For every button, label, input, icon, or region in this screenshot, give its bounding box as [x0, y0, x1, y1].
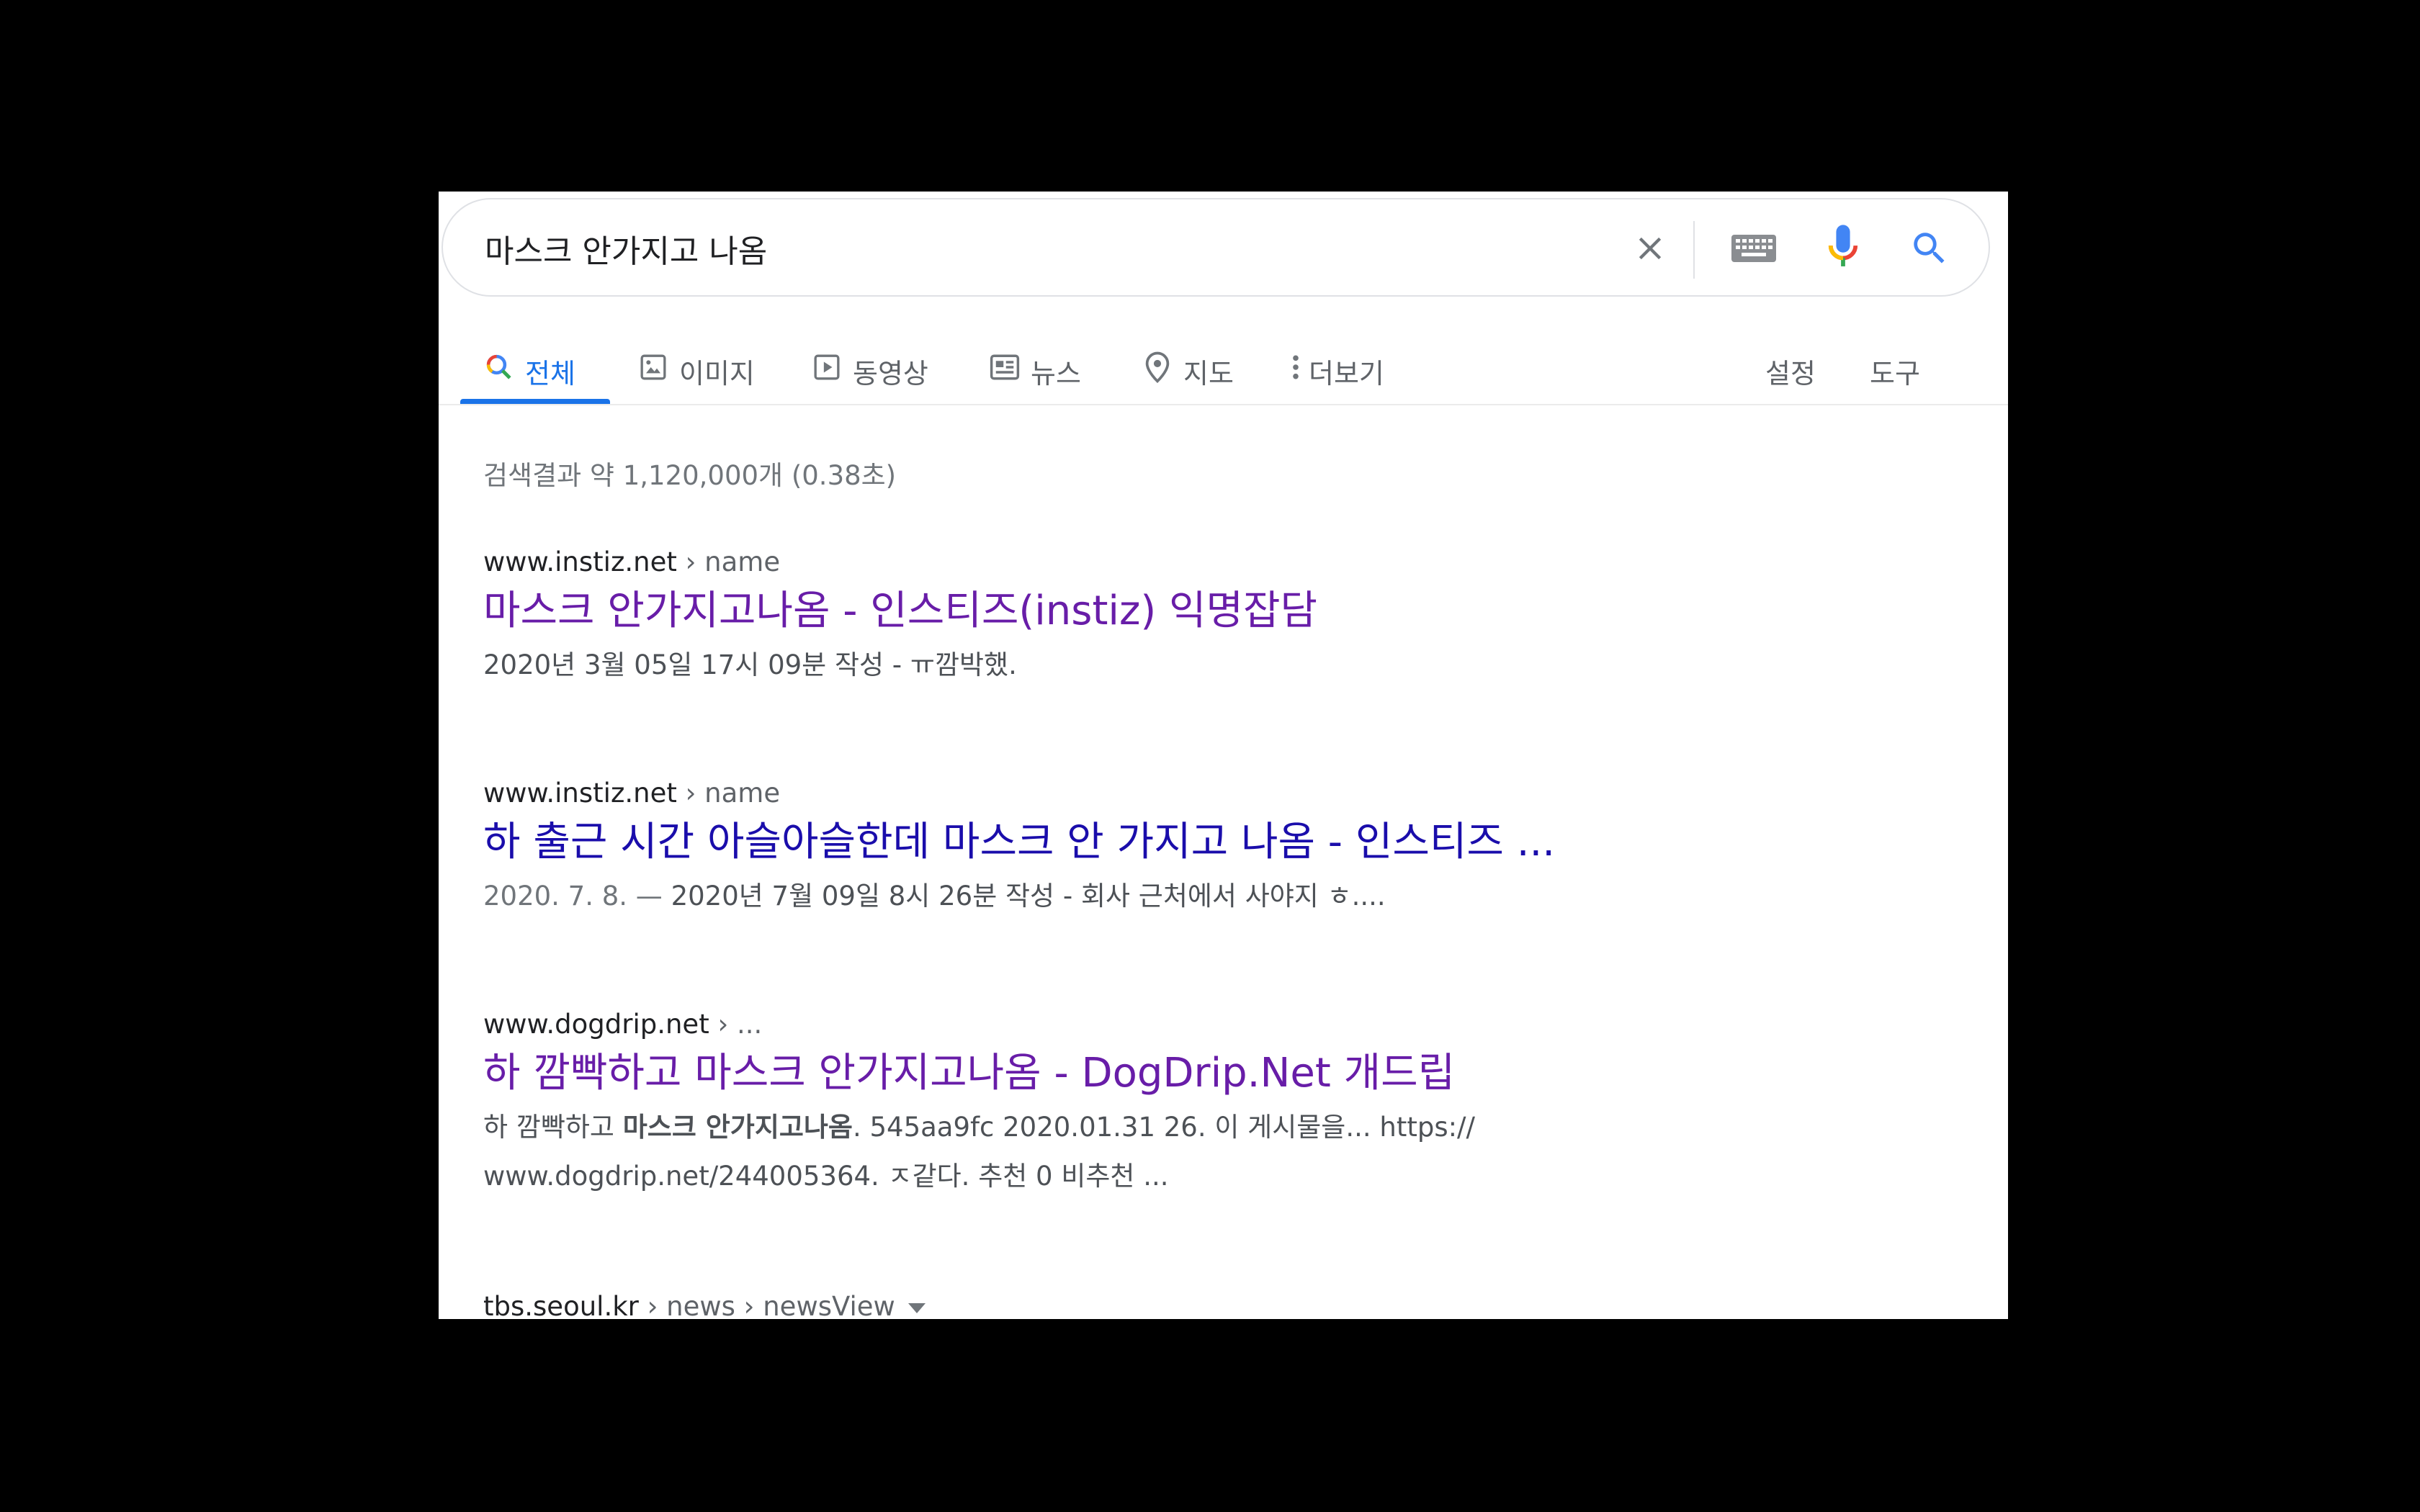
- search-result: www.dogdrip.net › ... 하 깜빡하고 마스크 안가지고나옴 …: [483, 1007, 1960, 1201]
- tab-label: 이미지: [679, 358, 755, 390]
- tab-maps[interactable]: 지도: [1142, 336, 1234, 404]
- tab-videos[interactable]: 동영상: [811, 336, 928, 404]
- tab-label: 동영상: [853, 358, 928, 390]
- chevron-down-icon[interactable]: [908, 1302, 926, 1313]
- result-title-link[interactable]: 하 출근 시간 아슬아슬한데 마스크 안 가지고 나옴 - 인스티즈 ...: [483, 817, 1960, 868]
- result-domain: tbs.seoul.kr: [483, 1291, 639, 1319]
- result-path: › ...: [709, 1009, 763, 1040]
- result-date: 2020. 7. 8. —: [483, 881, 671, 912]
- result-url[interactable]: www.instiz.net › name: [483, 775, 1960, 811]
- result-path: › name: [676, 778, 781, 809]
- search-result: www.instiz.net › name 마스크 안가지고나옴 - 인스티즈(…: [483, 544, 1960, 690]
- result-domain: www.instiz.net: [483, 546, 677, 577]
- result-domain: www.dogdrip.net: [483, 1009, 709, 1040]
- result-path: › name: [676, 546, 781, 577]
- microphone-icon[interactable]: [1816, 221, 1870, 276]
- result-snippet-text: . 545aa9fc 2020.01.31 26. 이 게시물을... http…: [852, 1112, 1475, 1143]
- keyboard-icon[interactable]: [1726, 221, 1781, 276]
- search-box-divider: [1693, 221, 1695, 279]
- search-icon[interactable]: [1902, 221, 1957, 276]
- result-snippet-text: 2020년 7월 09일 8시 26분 작성 - 회사 근처에서 사야지 ㅎ..…: [671, 881, 1386, 912]
- tab-label: 전체: [525, 358, 575, 390]
- result-stats: 검색결과 약 1,120,000개 (0.38초): [483, 460, 897, 491]
- more-vert-icon: [1289, 351, 1303, 383]
- image-icon: [637, 351, 669, 383]
- result-url[interactable]: www.instiz.net › name: [483, 544, 1960, 580]
- result-snippet-text: www.dogdrip.net/244005364. ㅈ같다. 추천 0 비추천…: [483, 1161, 1169, 1192]
- search-results-page: 마스크 안가지고 나옴 전체 이미지 동영상 뉴스 지도 더보기 설정 도구 검…: [439, 192, 2008, 1319]
- active-tab-indicator: [460, 399, 610, 404]
- result-snippet: 하 깜빡하고 마스크 안가지고나옴. 545aa9fc 2020.01.31 2…: [483, 1103, 1960, 1201]
- close-icon[interactable]: [1623, 221, 1677, 276]
- tab-images[interactable]: 이미지: [637, 336, 755, 404]
- search-result: tbs.seoul.kr › news › newsView: [483, 1289, 1960, 1319]
- result-snippet-highlight: 마스크 안가지고나옴: [622, 1112, 853, 1143]
- result-domain: www.instiz.net: [483, 778, 677, 809]
- result-title-link[interactable]: 마스크 안가지고나옴 - 인스티즈(instiz) 익명잡담: [483, 586, 1960, 636]
- result-title-link[interactable]: 하 깜빡하고 마스크 안가지고나옴 - DogDrip.Net 개드립: [483, 1048, 1960, 1099]
- video-icon: [811, 351, 843, 383]
- tools-button[interactable]: 도구: [1870, 336, 1920, 404]
- search-tabs: 전체 이미지 동영상 뉴스 지도 더보기 설정 도구: [439, 336, 2008, 405]
- tab-all[interactable]: 전체: [483, 336, 575, 404]
- search-box[interactable]: 마스크 안가지고 나옴: [442, 198, 1990, 297]
- result-url[interactable]: tbs.seoul.kr › news › newsView: [483, 1289, 1960, 1319]
- search-input[interactable]: 마스크 안가지고 나옴: [485, 225, 767, 271]
- result-snippet: 2020년 3월 05일 17시 09분 작성 - ㅠ깜박했.: [483, 649, 1017, 680]
- result-path: › news › newsView: [638, 1291, 895, 1319]
- tab-label: 지도: [1183, 358, 1234, 390]
- search-icon: [483, 351, 515, 383]
- map-pin-icon: [1142, 351, 1173, 383]
- tab-news[interactable]: 뉴스: [989, 336, 1081, 404]
- news-icon: [989, 351, 1021, 383]
- settings-button[interactable]: 설정: [1765, 336, 1816, 404]
- result-snippet-text: 하 깜빡하고: [483, 1112, 623, 1143]
- result-url[interactable]: www.dogdrip.net › ...: [483, 1007, 1960, 1043]
- tab-more[interactable]: 더보기: [1289, 336, 1384, 404]
- tab-label: 더보기: [1309, 358, 1384, 390]
- result-snippet: 2020. 7. 8. — 2020년 7월 09일 8시 26분 작성 - 회…: [483, 872, 1960, 921]
- search-result: www.instiz.net › name 하 출근 시간 아슬아슬한데 마스크…: [483, 775, 1960, 921]
- tab-label: 뉴스: [1031, 358, 1081, 390]
